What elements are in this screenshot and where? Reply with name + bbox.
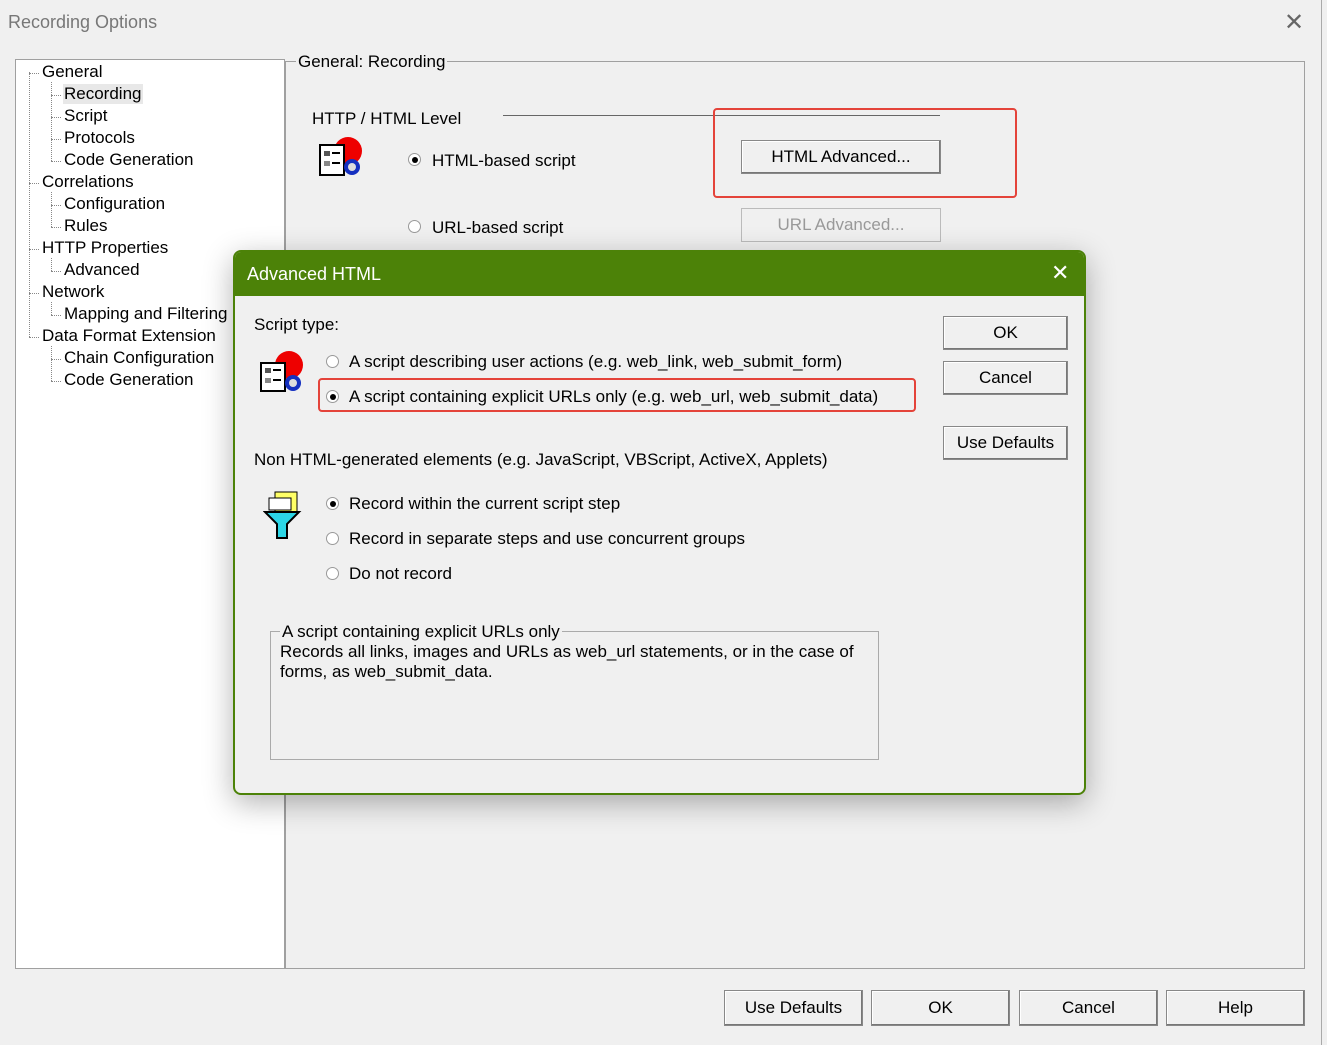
script-type-label: Script type: <box>254 315 340 334</box>
dialog-titlebar: Advanced HTML ✕ <box>235 252 1084 296</box>
tree-connector <box>51 161 61 162</box>
tree-connector <box>51 95 61 96</box>
tree-item[interactable]: Rules <box>63 216 108 236</box>
tree-connector <box>51 139 61 140</box>
user-actions-label: A script describing user actions (e.g. w… <box>349 352 843 371</box>
tree-connector <box>51 258 52 271</box>
tree-connector <box>51 359 61 360</box>
dialog-cancel-button[interactable]: Cancel <box>943 361 1068 395</box>
url-advanced-button: URL Advanced... <box>741 208 941 242</box>
dialog-ok-button[interactable]: OK <box>943 316 1068 350</box>
filter-icon <box>263 491 302 539</box>
highlight-box <box>713 108 1017 198</box>
do-not-record-radio[interactable] <box>326 567 339 580</box>
tree-connector <box>51 315 61 316</box>
highlight-box <box>318 378 916 412</box>
current-step-radio[interactable] <box>326 497 339 510</box>
tree-item[interactable]: Protocols <box>63 128 136 148</box>
tree-connector <box>29 293 39 294</box>
tree-item[interactable]: Network <box>41 282 105 302</box>
tree-item[interactable]: Code Generation <box>63 150 194 170</box>
tree-item[interactable]: Script <box>63 106 108 126</box>
current-step-label: Record within the current script step <box>349 494 621 513</box>
tree-connector <box>51 346 52 381</box>
tree-item[interactable]: Mapping and Filtering <box>63 304 228 324</box>
html-based-radio[interactable] <box>408 153 421 166</box>
tree-connector <box>51 117 61 118</box>
script-icon <box>319 137 362 176</box>
user-actions-radio[interactable] <box>326 355 339 368</box>
help-button[interactable]: Help <box>1166 990 1305 1026</box>
tree-item[interactable]: Code Generation <box>63 370 194 390</box>
ok-button[interactable]: OK <box>871 990 1010 1026</box>
separate-steps-radio[interactable] <box>326 532 339 545</box>
tree-connector <box>51 205 61 206</box>
script-type-icon <box>260 351 303 392</box>
tree-connector <box>51 381 61 382</box>
tree-item[interactable]: Configuration <box>63 194 166 214</box>
non-html-label: Non HTML-generated elements (e.g. JavaSc… <box>254 450 828 469</box>
panel-title: General: Recording <box>296 52 448 72</box>
advanced-html-dialog: Advanced HTML ✕ Script type: A script de… <box>233 250 1086 795</box>
tree-connector <box>29 183 39 184</box>
tree-connector <box>51 192 52 227</box>
tree-item[interactable]: Chain Configuration <box>63 348 215 368</box>
tree-connector <box>29 73 39 74</box>
dialog-title: Advanced HTML <box>247 264 382 284</box>
tree-connector <box>51 271 61 272</box>
dialog-close-icon[interactable]: ✕ <box>1051 260 1069 286</box>
tree-connector <box>51 227 61 228</box>
description-title: A script containing explicit URLs only <box>280 622 562 642</box>
tree-item[interactable]: Advanced <box>63 260 141 280</box>
cancel-button[interactable]: Cancel <box>1019 990 1158 1026</box>
html-based-label: HTML-based script <box>432 151 576 170</box>
tree-connector <box>29 337 39 338</box>
tree-connector <box>29 249 39 250</box>
url-based-label: URL-based script <box>432 218 564 237</box>
separate-steps-label: Record in separate steps and use concurr… <box>349 529 745 548</box>
tree-connector <box>51 302 52 315</box>
url-based-radio[interactable] <box>408 220 421 233</box>
tree-item[interactable]: General <box>41 62 103 82</box>
tree-connector <box>51 82 52 161</box>
close-icon[interactable]: ✕ <box>1284 8 1304 37</box>
dialog-use-defaults-button[interactable]: Use Defaults <box>943 426 1068 460</box>
use-defaults-button[interactable]: Use Defaults <box>724 990 863 1026</box>
tree-item[interactable]: Recording <box>63 84 143 104</box>
do-not-record-label: Do not record <box>349 564 452 583</box>
section-label: HTTP / HTML Level <box>312 109 462 128</box>
tree-item[interactable]: Correlations <box>41 172 135 192</box>
description-text: Records all links, images and URLs as we… <box>280 642 854 681</box>
tree-item[interactable]: HTTP Properties <box>41 238 169 258</box>
tree-item[interactable]: Data Format Extension <box>41 326 217 346</box>
tree-connector <box>29 72 30 337</box>
window-title: Recording Options <box>8 12 158 32</box>
